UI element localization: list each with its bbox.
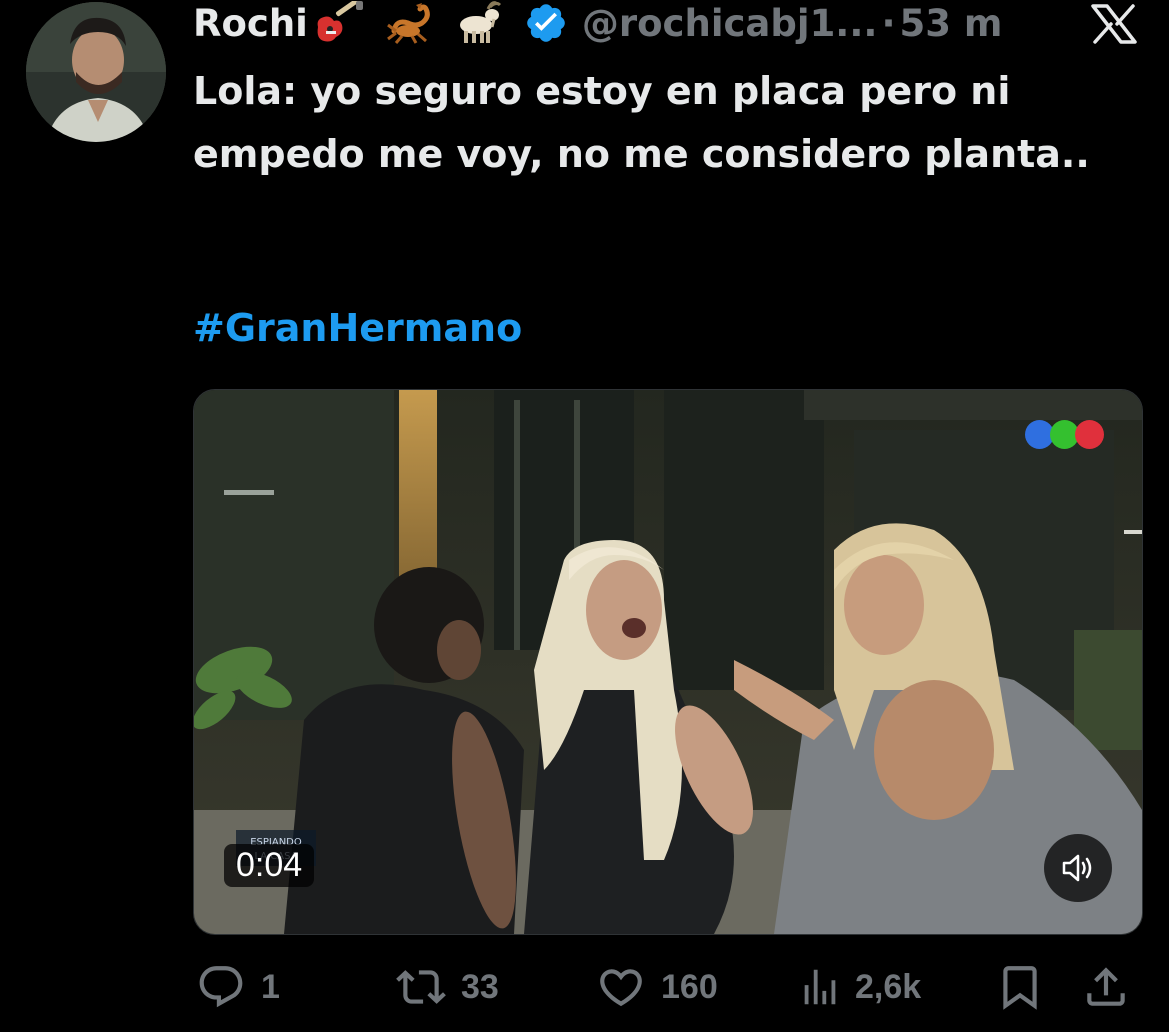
like-count: 160: [661, 967, 718, 1006]
verified-badge-icon: [524, 1, 568, 45]
timestamp-ago[interactable]: 53 m: [900, 2, 1003, 45]
reply-icon: [199, 966, 243, 1008]
views-icon: [804, 969, 836, 1005]
x-logo-icon: [1089, 4, 1139, 44]
tweet-actions: 1 33 160 2,6k: [193, 962, 1141, 1012]
share-button[interactable]: [1081, 962, 1143, 1012]
video-duration: 0:04: [224, 844, 315, 887]
volume-button[interactable]: [1044, 834, 1112, 902]
display-name[interactable]: Rochi: [193, 2, 308, 45]
channel-logo: [1025, 420, 1104, 449]
guitar-emoji-icon: [312, 1, 364, 45]
like-button[interactable]: 160: [593, 962, 718, 1012]
bookmark-button[interactable]: [995, 962, 1057, 1012]
views-count: 2,6k: [855, 967, 922, 1006]
like-icon: [600, 969, 642, 1007]
tweet-text: Lola: yo seguro estoy en placa pero ni e…: [193, 69, 1090, 176]
video-player[interactable]: ESPIANDO LA CASA 0:04: [193, 389, 1143, 935]
volume-icon: [1062, 854, 1092, 882]
video-frame: ESPIANDO LA CASA: [194, 390, 1142, 934]
tweet-header: Rochi @rochicabj1... · 53 m: [193, 0, 1153, 46]
reply-count: 1: [261, 967, 280, 1006]
reply-button[interactable]: 1: [193, 962, 280, 1012]
channel-dot-red: [1075, 420, 1104, 449]
goat-emoji-icon: [452, 1, 504, 45]
avatar[interactable]: [26, 2, 166, 142]
hashtag-link[interactable]: #GranHermano: [193, 306, 522, 350]
bookmark-icon: [1003, 966, 1037, 1010]
scorpion-emoji-icon: [386, 1, 438, 45]
views-button[interactable]: 2,6k: [797, 962, 921, 1012]
retweet-button[interactable]: 33: [393, 962, 499, 1012]
share-icon: [1087, 967, 1125, 1006]
retweet-count: 33: [461, 967, 499, 1006]
separator-dot: ·: [881, 1, 896, 45]
retweet-icon: [396, 970, 446, 1004]
user-handle[interactable]: @rochicabj1...: [582, 2, 878, 45]
